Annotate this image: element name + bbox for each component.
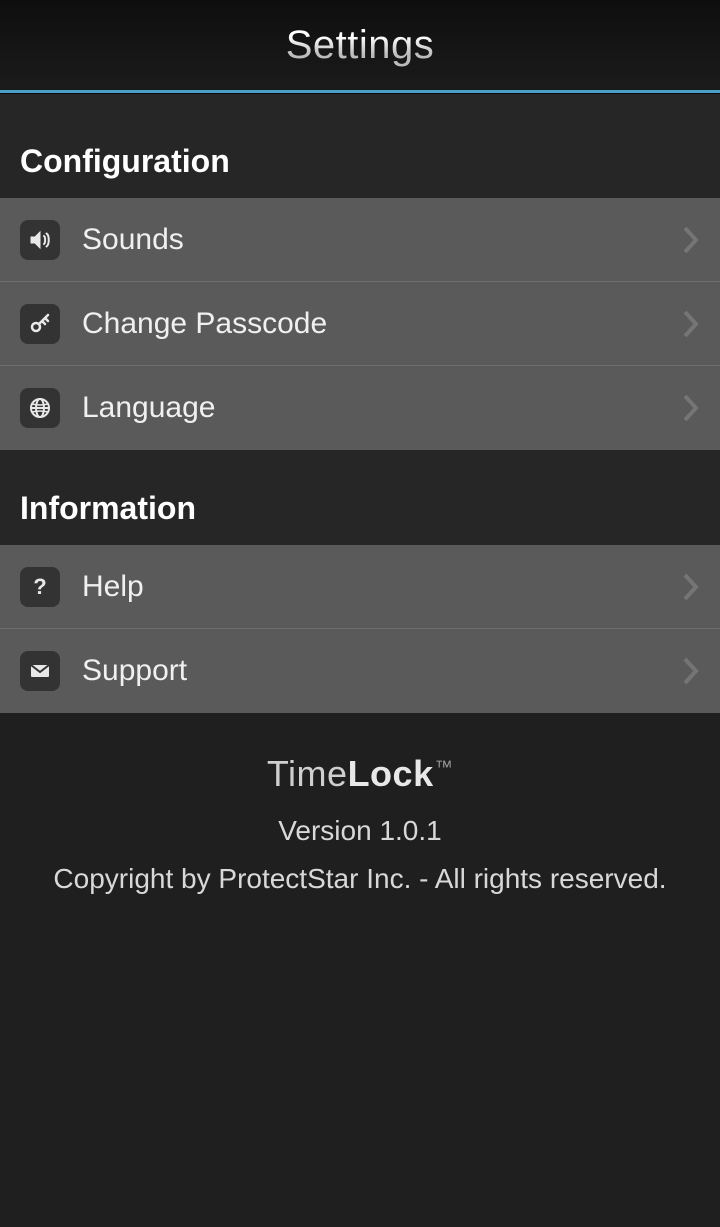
- logo-text-thin: Time: [267, 753, 348, 794]
- mail-icon: [20, 651, 60, 691]
- logo-text-bold: Lock: [348, 753, 434, 794]
- version-text: Version 1.0.1: [0, 815, 720, 847]
- chevron-right-icon: [682, 225, 700, 255]
- chevron-right-icon: [682, 656, 700, 686]
- row-sounds[interactable]: Sounds: [0, 198, 720, 282]
- logo-trademark: ™: [435, 757, 454, 777]
- key-icon: [20, 304, 60, 344]
- row-language[interactable]: Language: [0, 366, 720, 450]
- row-label: Sounds: [82, 223, 682, 257]
- row-label: Language: [82, 391, 682, 425]
- section-header-information: Information: [0, 450, 720, 545]
- list-configuration: Sounds Change Passcode Language: [0, 198, 720, 450]
- page-title: Settings: [286, 23, 435, 68]
- chevron-right-icon: [682, 572, 700, 602]
- speaker-icon: [20, 220, 60, 260]
- footer: TimeLock™ Version 1.0.1 Copyright by Pro…: [0, 713, 720, 895]
- header: Settings: [0, 0, 720, 93]
- svg-text:?: ?: [33, 575, 46, 599]
- copyright-text: Copyright by ProtectStar Inc. - All righ…: [0, 863, 720, 895]
- row-support[interactable]: Support: [0, 629, 720, 713]
- chevron-right-icon: [682, 309, 700, 339]
- row-label: Support: [82, 654, 682, 688]
- question-icon: ?: [20, 567, 60, 607]
- chevron-right-icon: [682, 393, 700, 423]
- globe-icon: [20, 388, 60, 428]
- list-information: ? Help Support: [0, 545, 720, 713]
- app-logo: TimeLock™: [0, 753, 720, 795]
- row-label: Help: [82, 570, 682, 604]
- row-change-passcode[interactable]: Change Passcode: [0, 282, 720, 366]
- row-label: Change Passcode: [82, 307, 682, 341]
- row-help[interactable]: ? Help: [0, 545, 720, 629]
- section-header-configuration: Configuration: [0, 93, 720, 198]
